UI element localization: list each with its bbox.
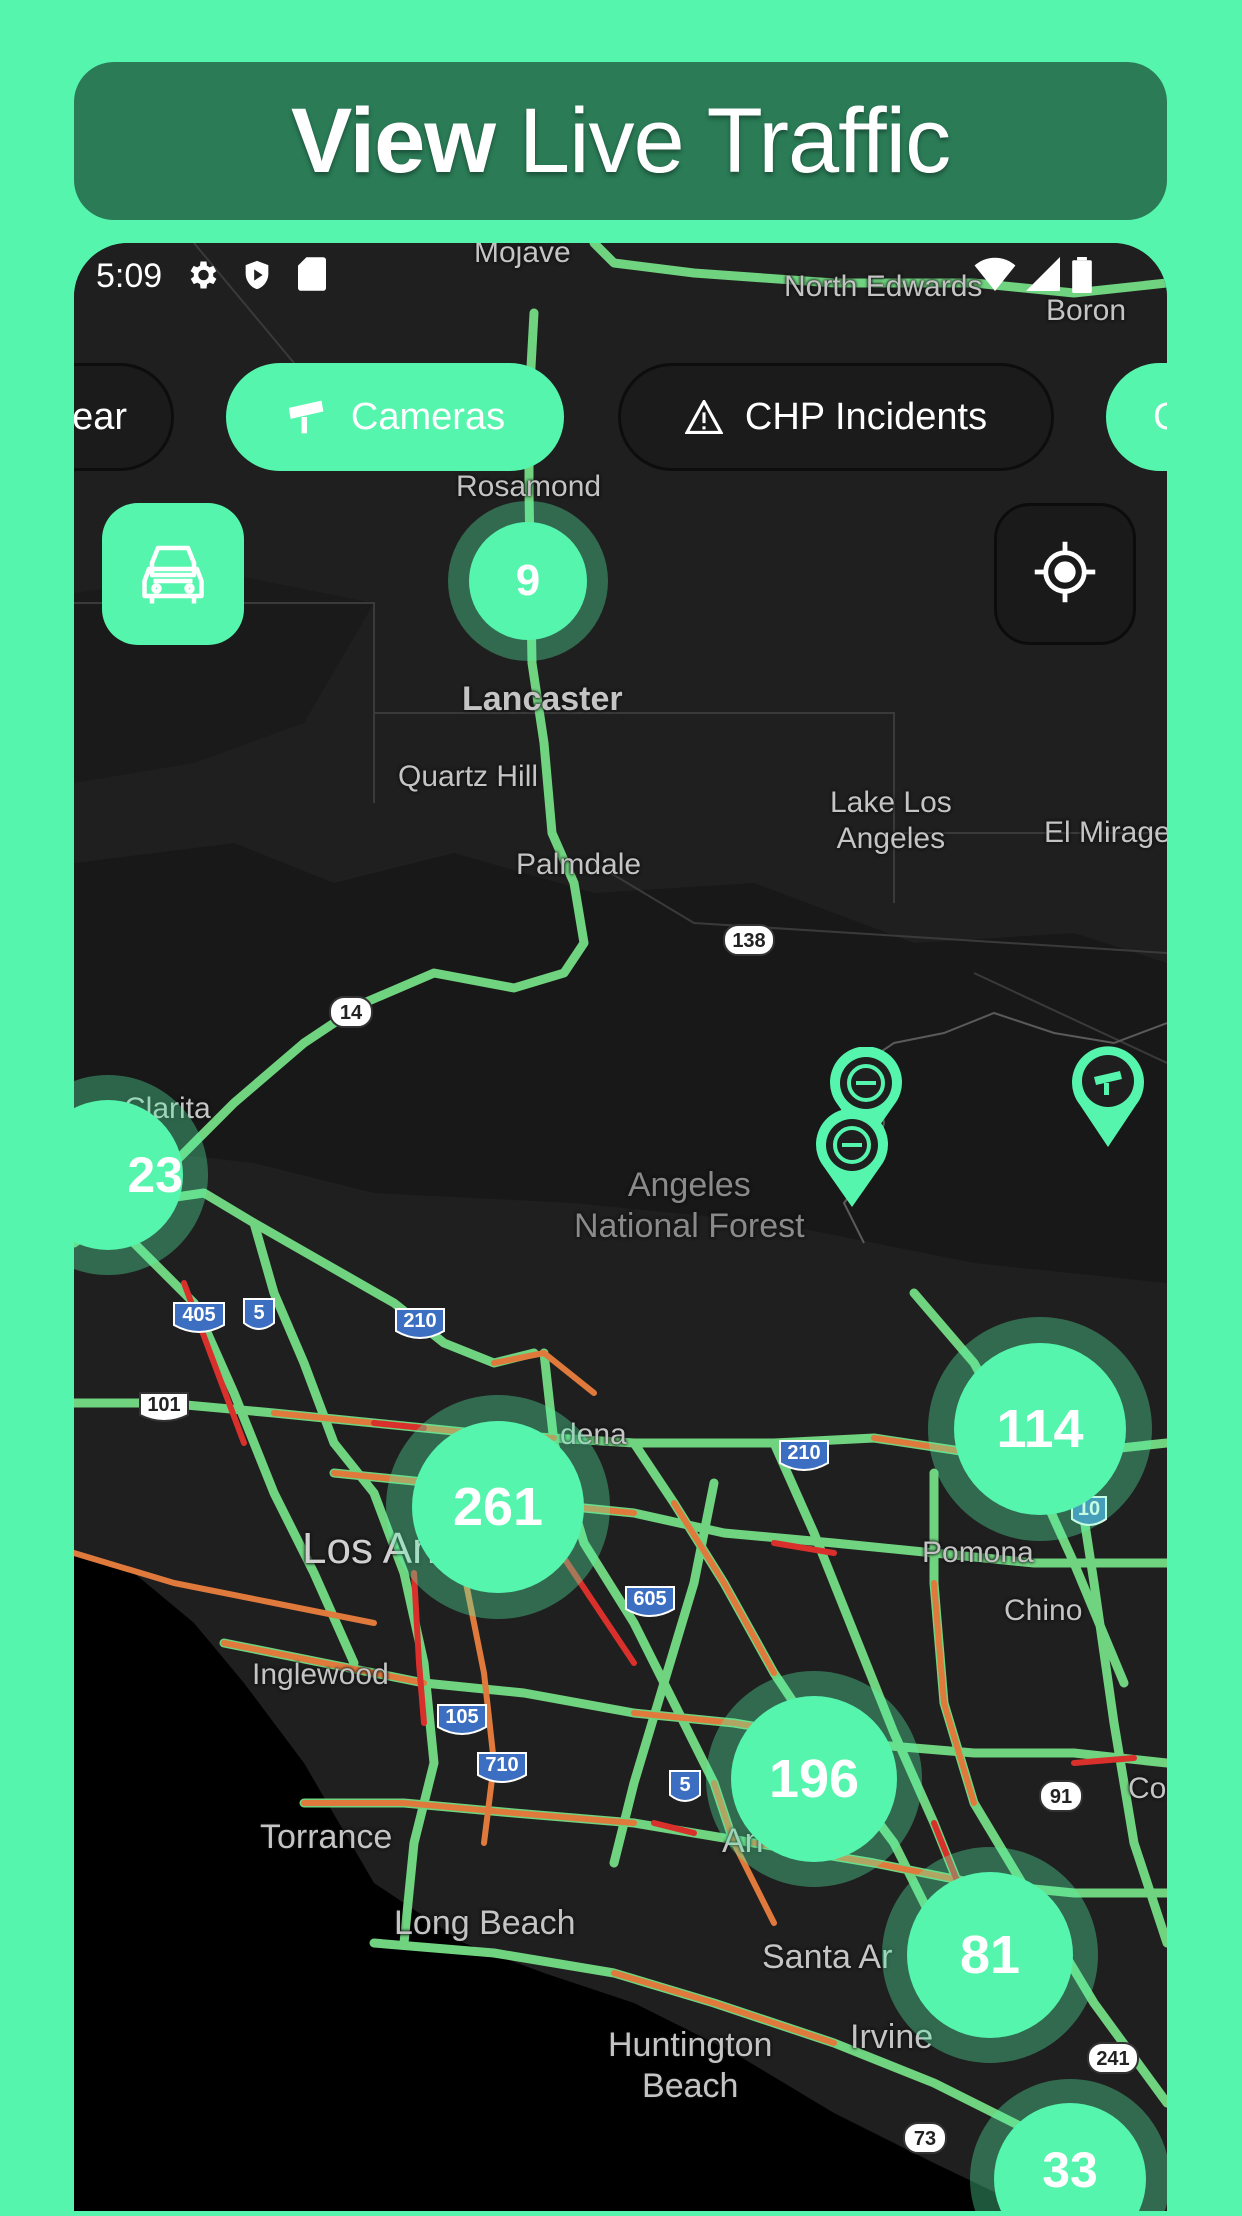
chip-label: CHP Incidents <box>744 395 988 438</box>
sd-card-icon <box>298 257 326 300</box>
camera-cluster[interactable]: 261 <box>386 1395 610 1619</box>
crosshair-icon <box>1032 539 1098 610</box>
banner-bold-text: View <box>290 89 496 192</box>
banner-light-text: Live Traffic <box>518 89 951 192</box>
camera-cluster[interactable]: 81 <box>882 1847 1098 2063</box>
place-label: Torrance <box>260 1818 393 1856</box>
page-banner: View Live Traffic <box>74 62 1167 220</box>
place-label: Inglewood <box>252 1658 389 1691</box>
camera-cluster[interactable]: 9 <box>448 501 608 661</box>
place-label: Santa Ar <box>762 1938 893 1976</box>
camera-cluster[interactable]: 196 <box>706 1671 922 1887</box>
place-label: Lake Los Angeles <box>830 786 952 855</box>
camera-cluster[interactable]: 114 <box>928 1317 1152 1541</box>
place-label: El Mirage <box>1044 816 1167 849</box>
place-label: Boron <box>1046 294 1127 327</box>
settings-icon <box>184 257 220 302</box>
camera-pin[interactable] <box>814 1108 890 1214</box>
phone-screen: 5:09 Mojave North Edwards Boron Rosamond… <box>74 243 1167 2211</box>
place-label: Angeles National Forest <box>574 1166 805 1245</box>
place-label: Rosamond <box>456 470 602 503</box>
camera-pin[interactable] <box>1070 1043 1146 1154</box>
place-label: Co <box>1128 1772 1167 1805</box>
chip-label: Cameras <box>350 395 506 438</box>
place-label: Palmdale <box>516 848 642 881</box>
status-bar: 5:09 <box>74 243 1167 307</box>
my-location-button[interactable] <box>994 503 1136 645</box>
chip-label: C <box>1153 395 1167 438</box>
chip-label: ear <box>74 395 127 438</box>
place-label: Long Beach <box>394 1904 576 1942</box>
traffic-layer-button[interactable] <box>102 503 244 645</box>
place-label: Lancaster <box>462 680 623 718</box>
traffic-car-icon <box>137 536 209 613</box>
camera-icon <box>285 397 329 437</box>
chip-chp-incidents[interactable]: CHP Incidents <box>618 363 1054 471</box>
warning-icon <box>684 400 723 434</box>
place-label: Mojave <box>474 243 571 269</box>
chip-cameras[interactable]: Cameras <box>226 363 564 471</box>
place-label: Chino <box>1004 1594 1083 1627</box>
place-label: Quartz Hill <box>398 760 539 793</box>
place-label: Pomona <box>922 1536 1034 1569</box>
place-label: North Edwards <box>784 270 983 303</box>
status-time: 5:09 <box>96 257 163 295</box>
shield-play-icon <box>240 257 274 302</box>
place-label: Huntington Beach <box>608 2026 773 2105</box>
